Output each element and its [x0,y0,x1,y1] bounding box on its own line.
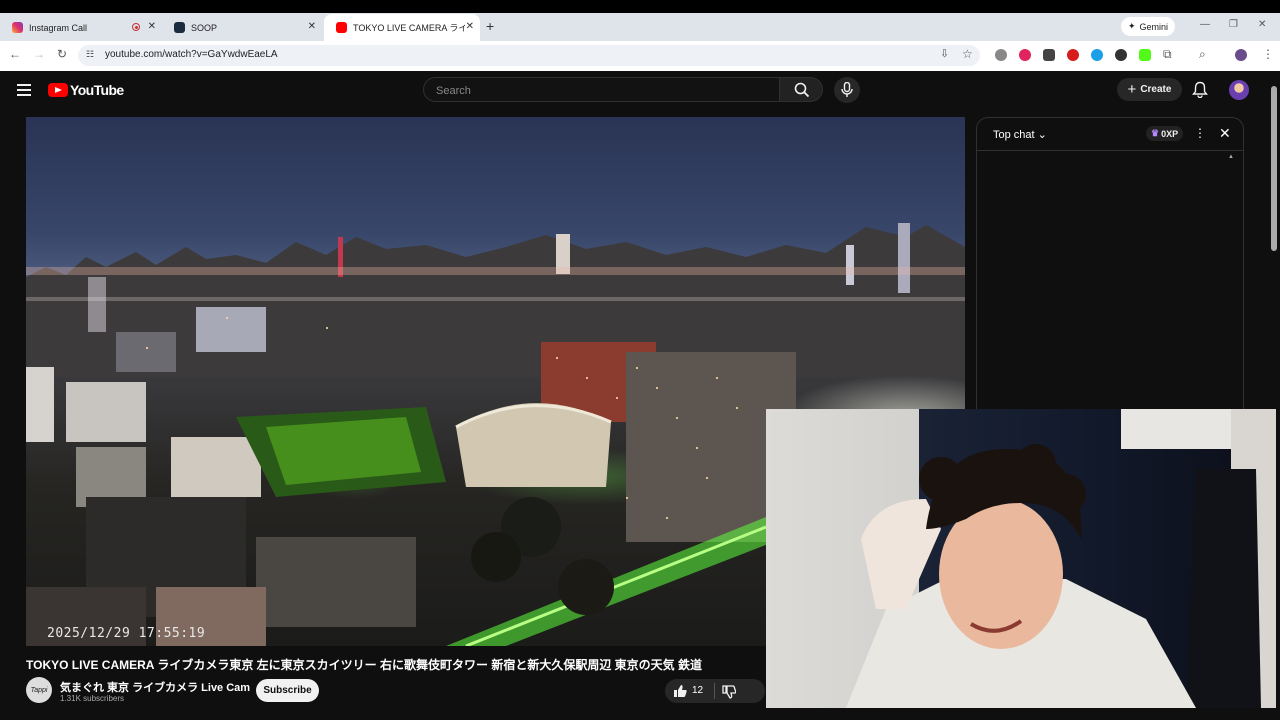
chat-title-label: Top chat [993,129,1035,141]
youtube-logo-text[interactable]: YouTube [70,82,124,98]
screen-top-edge [0,0,1280,13]
like-divider [714,683,715,699]
tab-soop[interactable]: SOOP ✕ [162,14,322,41]
subscribe-button[interactable]: Subscribe [256,679,319,702]
chat-header: Top chat ⌄ ♛ 0XP ⋮ ✕ [977,118,1243,151]
camera-timestamp-overlay: 2025/12/29 17:55:19 [47,626,206,641]
youtube-icon [336,22,347,33]
tab-title: SOOP [191,22,218,33]
plus-icon: + [1127,81,1137,98]
xp-badge[interactable]: ♛ 0XP [1146,126,1184,141]
xp-label: 0XP [1161,128,1179,139]
subscriber-count: 1.31K subscribers [60,694,125,703]
soop-icon [174,22,185,33]
channel-avatar[interactable]: Tappi [26,677,52,703]
webcam-overlay [766,409,1276,708]
video-title: TOKYO LIVE CAMERA ライブカメラ東京 左に東京スカイツリー 右に… [26,658,703,672]
sparkle-icon: ✦ [1127,21,1136,31]
adblock-extension-icon[interactable] [1019,49,1031,61]
extension-icon[interactable] [1043,49,1055,61]
url-text[interactable]: youtube.com/watch?v=GaYwdwEaeLA [105,49,278,60]
bell-icon [1192,81,1208,99]
close-window-icon[interactable]: ✕ [1258,19,1266,30]
kick-extension-icon[interactable] [1139,49,1151,61]
install-app-icon[interactable]: ⇩ [940,47,949,60]
account-avatar[interactable] [1229,80,1249,100]
create-label: Create [1140,84,1172,95]
like-dislike-control: 12 [665,679,765,703]
minimize-icon[interactable]: — [1200,19,1210,30]
close-chat-icon[interactable]: ✕ [1219,125,1231,142]
chat-scroll-up-icon[interactable]: ▲ [1228,154,1234,160]
crown-icon: ♛ [1151,128,1160,138]
bookmark-star-icon[interactable]: ☆ [962,47,973,61]
new-tab-button[interactable]: + [486,18,494,34]
gemini-button[interactable]: ✦ Gemini [1121,17,1175,36]
search-input[interactable] [434,84,758,98]
restore-icon[interactable]: ❐ [1229,19,1238,30]
channel-avatar-text: Tappi [30,686,48,694]
extension-icon[interactable] [995,49,1007,61]
search-button[interactable] [780,77,823,102]
page-scrollbar[interactable] [1271,86,1277,251]
extension-icon[interactable] [1091,49,1103,61]
tab-title: Instagram Call [29,22,88,33]
hamburger-menu-icon[interactable] [17,84,31,99]
extension-icon[interactable] [1067,49,1079,61]
microphone-icon [841,82,853,97]
forward-icon[interactable]: → [33,47,45,61]
voice-search-button[interactable] [834,77,860,103]
tab-instagram-call[interactable]: Instagram Call ✕ [0,14,162,41]
instagram-icon [12,22,23,33]
reload-icon[interactable]: ↻ [57,47,67,61]
live-chat-panel: Top chat ⌄ ♛ 0XP ⋮ ✕ ▲ [976,117,1244,410]
chevron-down-icon: ⌄ [1037,129,1047,141]
browser-tab-strip: Instagram Call ✕ SOOP ✕ TOKYO LIVE CAMER… [0,13,1280,41]
recording-icon [132,23,140,31]
close-tab-icon[interactable]: ✕ [148,21,156,32]
site-info-icon[interactable]: ☷ [86,49,94,60]
chat-more-options-icon[interactable]: ⋮ [1194,126,1206,140]
tab-title: TOKYO LIVE CAMERA ライブカメ [353,23,465,33]
browser-menu-icon[interactable]: ⋮ [1262,47,1274,61]
gemini-label: Gemini [1139,21,1169,32]
close-tab-icon[interactable]: ✕ [466,21,474,32]
thumbs-down-icon[interactable] [722,685,736,699]
puzzle-extensions-icon[interactable]: ⧉ [1163,47,1172,62]
webcam-person-image [846,409,1276,708]
profile-avatar-icon[interactable] [1235,49,1247,61]
chat-mode-dropdown[interactable]: Top chat ⌄ [993,128,1047,141]
back-icon[interactable]: ← [9,47,21,61]
youtube-logo-icon[interactable] [48,83,68,97]
tab-tokyo-live-camera[interactable]: TOKYO LIVE CAMERA ライブカメ ✕ [324,14,480,41]
search-box[interactable] [423,77,780,102]
shield-extension-icon[interactable] [1115,49,1127,61]
notifications-button[interactable] [1192,81,1208,103]
search-icon [794,82,810,98]
close-tab-icon[interactable]: ✕ [308,21,316,32]
channel-name[interactable]: 気まぐれ 東京 ライブカメラ Live Cam [60,679,250,695]
thumbs-up-icon[interactable] [673,684,687,698]
tab-search-icon[interactable]: ⌕ [1199,47,1206,62]
like-count: 12 [692,685,704,696]
create-button[interactable]: + Create [1117,78,1182,101]
